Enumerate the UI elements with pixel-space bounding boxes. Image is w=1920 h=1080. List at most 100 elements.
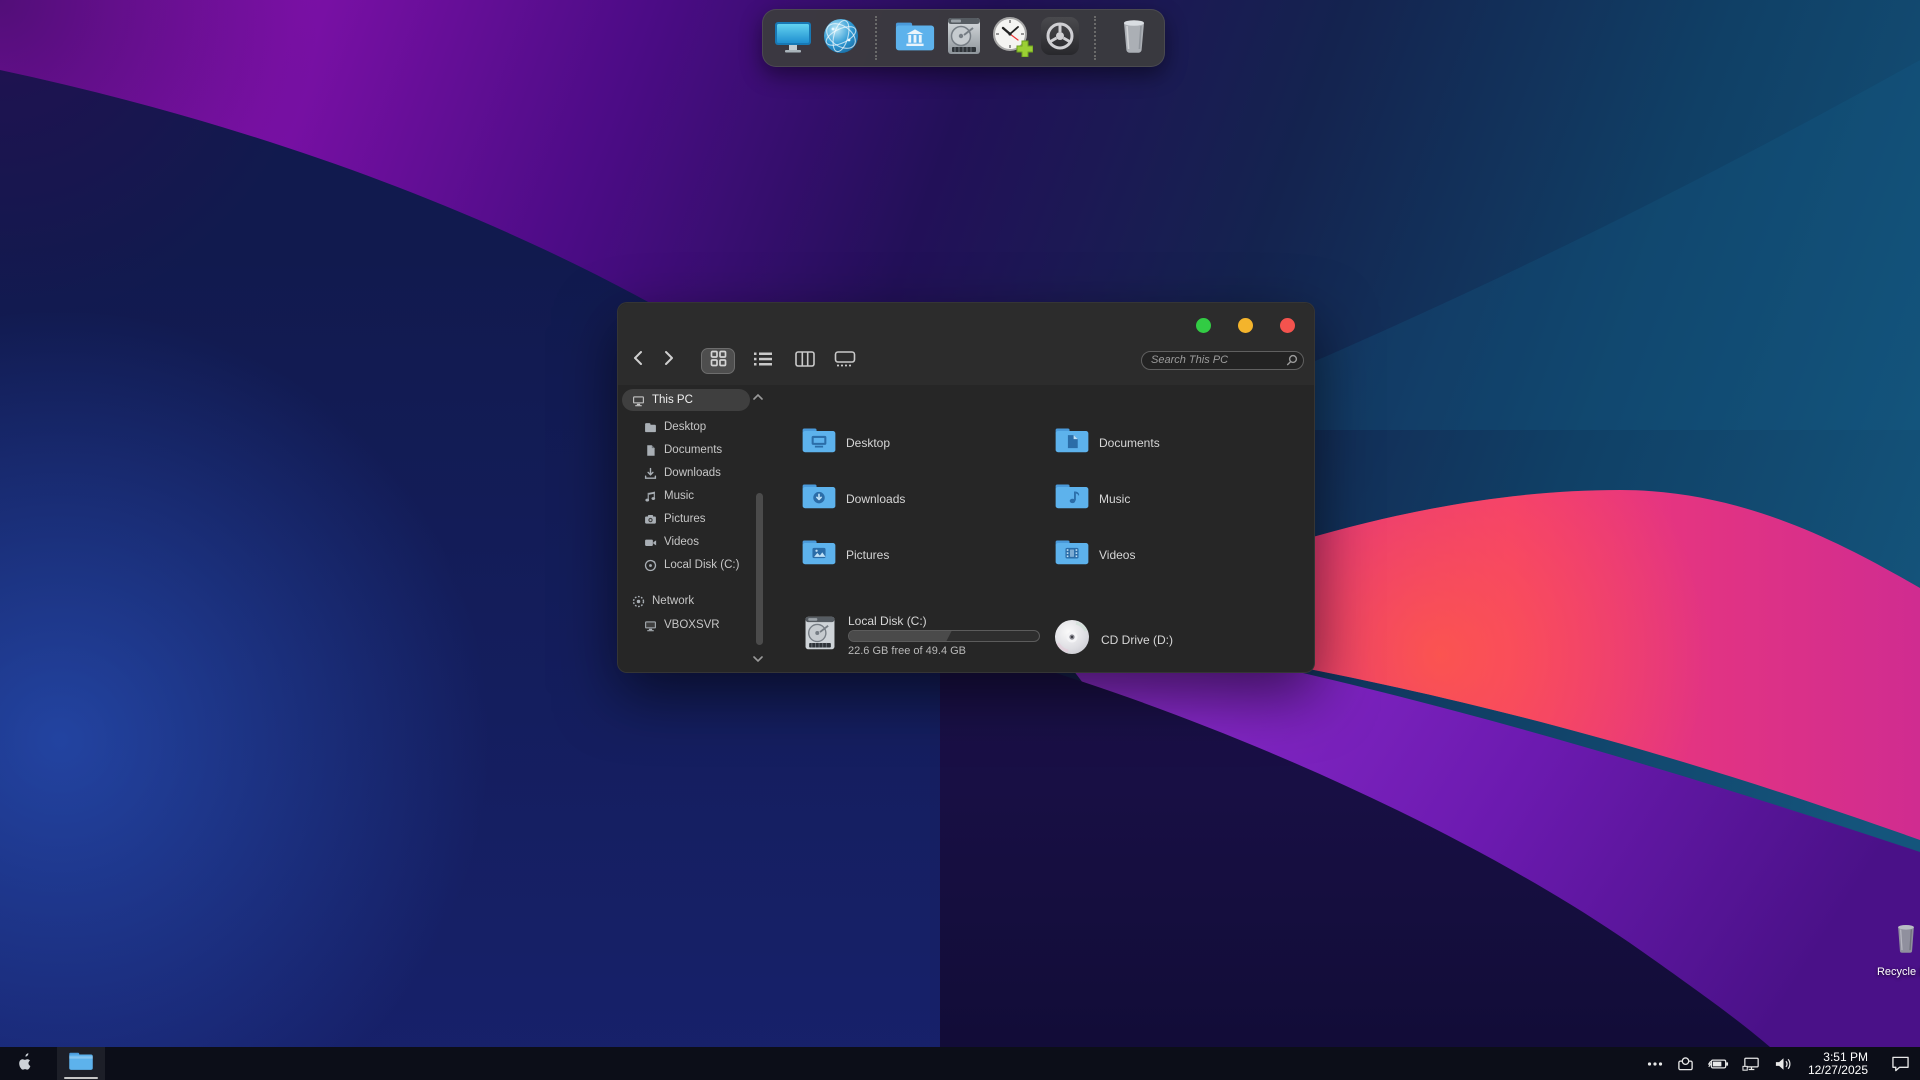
folder-icon <box>801 538 837 571</box>
drive-free-text: 22.6 GB free of 49.4 GB <box>848 645 1040 657</box>
taskbar-clock[interactable]: 3:51 PM 12/27/2025 <box>1806 1051 1870 1077</box>
grid-view-icon <box>710 350 727 372</box>
cd-icon <box>1052 617 1092 662</box>
scroll-down-button[interactable] <box>752 651 764 669</box>
view-grid-button[interactable] <box>701 348 735 374</box>
scroll-up-button[interactable] <box>752 389 764 407</box>
dock-trash[interactable] <box>1112 15 1156 61</box>
disk-usage-bar <box>848 630 1040 642</box>
folder-label: Pictures <box>846 548 889 562</box>
back-button[interactable] <box>626 347 650 373</box>
folder-icon <box>1054 482 1090 515</box>
file-explorer-icon <box>68 1051 94 1076</box>
folder-tile-desktop[interactable]: Desktop <box>801 426 890 459</box>
network-tray-icon[interactable] <box>1742 1056 1761 1072</box>
dock <box>762 9 1165 67</box>
apple-logo-icon <box>16 1052 33 1077</box>
folder-label: Music <box>1099 492 1130 506</box>
dock-library-folder[interactable] <box>893 15 937 61</box>
folder-icon <box>801 482 837 515</box>
dock-settings[interactable] <box>1038 15 1082 61</box>
list-view-icon <box>753 351 773 372</box>
sidebar-item-music[interactable]: Music <box>622 485 750 507</box>
folder-label: Videos <box>1099 548 1135 562</box>
sidebar: This PC Desktop Documents <box>618 385 768 672</box>
clock-add-icon <box>991 15 1033 62</box>
folder-tile-pictures[interactable]: Pictures <box>801 538 889 571</box>
vm-tray-icon[interactable] <box>1676 1055 1695 1072</box>
sidebar-item-label: Documents <box>664 444 722 456</box>
desktop: This PC Desktop Documents <box>0 0 1920 1080</box>
columns-view-icon <box>795 351 815 372</box>
sidebar-scrollbar-thumb[interactable] <box>756 493 763 645</box>
folder-label: Downloads <box>846 492 905 506</box>
sidebar-item-pictures[interactable]: Pictures <box>622 508 750 530</box>
view-list-button[interactable] <box>746 348 780 374</box>
sidebar-item-network[interactable]: Network <box>622 590 750 612</box>
settings-gear-icon <box>1039 15 1081 62</box>
sidebar-item-desktop[interactable]: Desktop <box>622 416 750 438</box>
hard-drive-icon <box>801 613 839 658</box>
drive-info: Local Disk (C:) 22.6 GB free of 49.4 GB <box>848 614 1040 657</box>
battery-icon[interactable] <box>1708 1057 1729 1071</box>
sidebar-item-videos[interactable]: Videos <box>622 531 750 553</box>
coverflow-view-icon <box>834 351 856 372</box>
search-input[interactable] <box>1141 351 1304 370</box>
forward-button[interactable] <box>657 347 681 373</box>
sidebar-item-label: VBOXSVR <box>664 619 720 631</box>
sidebar-item-label: Local Disk (C:) <box>664 559 739 571</box>
volume-icon[interactable] <box>1774 1056 1793 1072</box>
dock-separator <box>875 16 885 60</box>
close-button[interactable] <box>1280 318 1295 333</box>
dock-hard-drive[interactable] <box>941 15 985 61</box>
clock-date: 12/27/2025 <box>1808 1064 1868 1077</box>
sidebar-item-label: Network <box>652 595 694 607</box>
start-button[interactable] <box>11 1051 37 1077</box>
folder-tile-documents[interactable]: Documents <box>1054 426 1160 459</box>
download-icon <box>644 467 657 480</box>
folder-icon <box>1054 426 1090 459</box>
folder-tile-music[interactable]: Music <box>1054 482 1130 515</box>
search-field <box>1141 350 1304 369</box>
drive-tile-cd[interactable]: CD Drive (D:) <box>1052 617 1173 662</box>
window-body: This PC Desktop Documents <box>618 385 1314 672</box>
taskbar: 3:51 PM 12/27/2025 <box>0 1047 1920 1080</box>
folder-icon <box>801 426 837 459</box>
sidebar-item-label: Desktop <box>664 421 706 433</box>
drive-label: CD Drive (D:) <box>1101 633 1173 647</box>
dock-this-pc[interactable] <box>771 15 815 61</box>
view-columns-button[interactable] <box>788 348 822 374</box>
titlebar <box>618 303 1314 341</box>
tray-overflow-button[interactable] <box>1647 1061 1663 1067</box>
action-center-icon[interactable] <box>1891 1055 1910 1072</box>
sidebar-item-this-pc[interactable]: This PC <box>622 389 750 411</box>
system-tray: 3:51 PM 12/27/2025 <box>1647 1047 1910 1080</box>
sidebar-item-local-disk[interactable]: Local Disk (C:) <box>622 554 750 576</box>
folder-label: Documents <box>1099 436 1160 450</box>
recycle-bin[interactable]: Recycle Bin <box>1866 918 1920 978</box>
library-folder-icon <box>894 15 936 62</box>
dock-network[interactable] <box>819 15 863 61</box>
sidebar-item-downloads[interactable]: Downloads <box>622 462 750 484</box>
view-coverflow-button[interactable] <box>828 348 862 374</box>
hard-drive-icon <box>943 15 985 62</box>
sidebar-item-vboxsvr[interactable]: VBOXSVR <box>622 614 750 636</box>
sidebar-item-documents[interactable]: Documents <box>622 439 750 461</box>
trash-icon <box>1113 15 1155 62</box>
this-pc-icon <box>772 15 814 62</box>
taskbar-file-explorer[interactable] <box>57 1047 105 1080</box>
maximize-button[interactable] <box>1196 318 1211 333</box>
dock-clock[interactable] <box>990 15 1034 61</box>
camera-icon <box>644 513 657 526</box>
disk-usage-fill <box>849 631 952 641</box>
computer-icon <box>632 394 645 407</box>
minimize-button[interactable] <box>1238 318 1253 333</box>
folder-tile-videos[interactable]: Videos <box>1054 538 1135 571</box>
recycle-bin-label: Recycle Bin <box>1866 966 1920 978</box>
folder-icon <box>644 421 657 434</box>
sidebar-item-label: Music <box>664 490 694 502</box>
recycle-bin-icon <box>1891 945 1920 962</box>
sidebar-item-label: Downloads <box>664 467 721 479</box>
folder-tile-downloads[interactable]: Downloads <box>801 482 905 515</box>
drive-tile-local-disk[interactable]: Local Disk (C:) 22.6 GB free of 49.4 GB <box>801 613 1040 658</box>
